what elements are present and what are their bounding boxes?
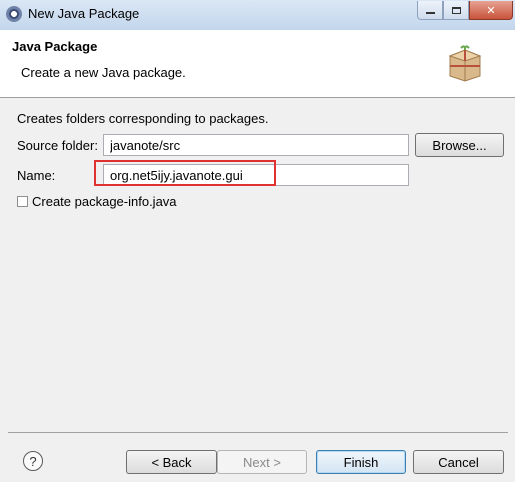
content-description: Creates folders corresponding to package… [17, 111, 269, 126]
package-name-input[interactable] [103, 164, 409, 186]
next-button: Next > [217, 450, 307, 474]
finish-button[interactable]: Finish [316, 450, 406, 474]
eclipse-icon [6, 6, 22, 22]
minimize-icon [425, 12, 435, 14]
maximize-button[interactable] [443, 1, 469, 20]
help-icon[interactable]: ? [23, 451, 43, 471]
footer-separator [8, 432, 508, 433]
source-folder-label: Source folder: [17, 138, 98, 153]
close-icon: ✕ [486, 4, 496, 17]
maximize-icon [451, 6, 461, 14]
window-title: New Java Package [28, 6, 140, 21]
package-icon [448, 45, 482, 82]
name-label: Name: [17, 168, 56, 183]
create-package-info-row[interactable]: Create package-info.java [17, 194, 177, 209]
source-folder-input[interactable] [103, 134, 409, 156]
create-package-info-checkbox[interactable] [17, 196, 28, 207]
minimize-button[interactable] [417, 1, 443, 20]
title-bar[interactable]: New Java Package ✕ [0, 0, 515, 30]
cancel-button[interactable]: Cancel [413, 450, 504, 474]
back-button[interactable]: < Back [126, 450, 217, 474]
banner-description: Create a new Java package. [21, 65, 186, 80]
create-package-info-label: Create package-info.java [32, 194, 177, 209]
banner-title: Java Package [12, 39, 98, 54]
close-button[interactable]: ✕ [469, 1, 513, 20]
new-java-package-dialog: New Java Package ✕ Java Package Create a… [0, 0, 515, 482]
wizard-content: Creates folders corresponding to package… [0, 98, 515, 428]
wizard-banner: Java Package Create a new Java package. [0, 30, 515, 98]
browse-button[interactable]: Browse... [415, 133, 504, 157]
